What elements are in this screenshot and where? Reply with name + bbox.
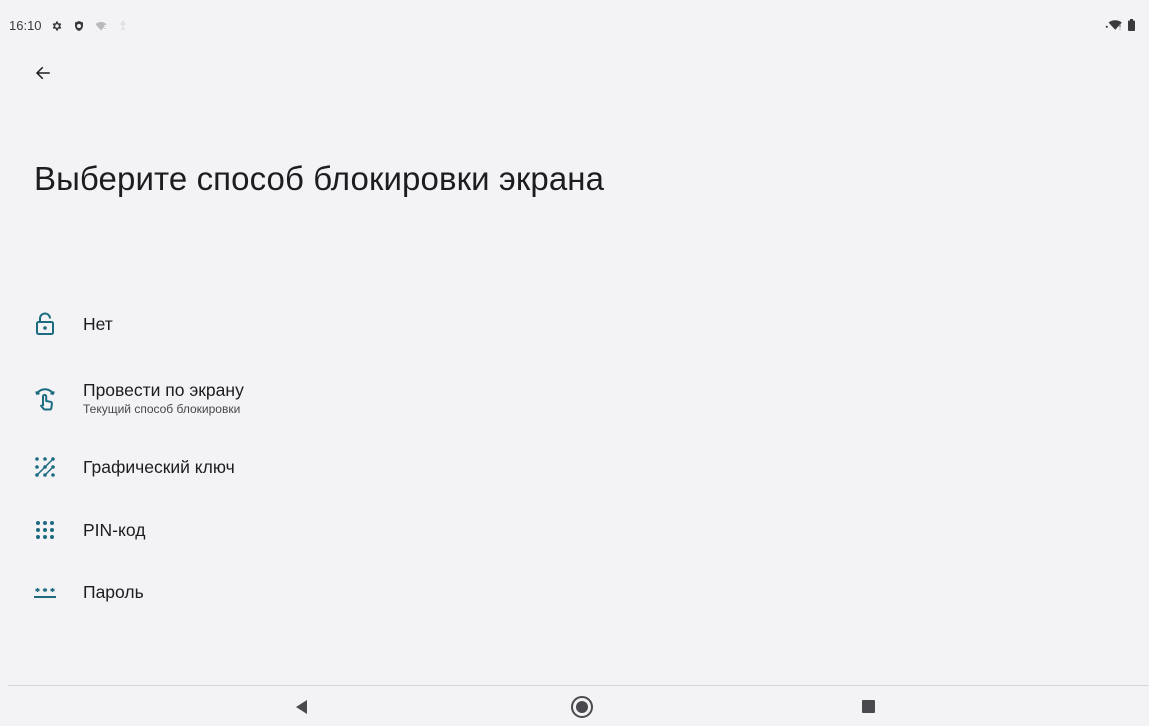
nav-back-button[interactable]	[288, 694, 314, 720]
swipe-icon	[32, 386, 58, 412]
option-label: Провести по экрану	[83, 380, 244, 400]
status-right	[1105, 18, 1135, 36]
pattern-icon	[32, 454, 58, 480]
navigation-bar	[8, 685, 1149, 726]
battery-icon	[1128, 18, 1135, 36]
option-label: Пароль	[83, 582, 144, 602]
status-left: 16:10	[9, 18, 130, 33]
arrow-left-icon	[35, 66, 50, 80]
option-pattern[interactable]: Графический ключ	[0, 445, 1149, 505]
shield-icon	[72, 19, 86, 33]
option-subtitle: Текущий способ блокировки	[83, 402, 241, 416]
screen: 16:10 Выберите способ блокировки экрана …	[0, 0, 1149, 726]
option-label: Нет	[83, 314, 113, 334]
wifi-icon	[1105, 18, 1123, 36]
back-triangle-icon	[296, 700, 307, 714]
option-none[interactable]: Нет	[0, 294, 1149, 354]
option-label: PIN-код	[83, 520, 146, 540]
home-circle-icon	[571, 696, 593, 718]
gear-icon	[50, 19, 64, 33]
recents-square-icon	[862, 700, 875, 713]
status-bar: 16:10	[0, 0, 1149, 44]
lock-open-icon	[32, 311, 58, 337]
option-label: Графический ключ	[83, 457, 235, 477]
option-pin[interactable]: PIN-код	[0, 508, 1149, 568]
status-time: 16:10	[9, 18, 42, 33]
pin-icon	[32, 517, 58, 543]
wifi-question-icon	[94, 19, 108, 33]
option-password[interactable]: Пароль	[0, 570, 1149, 630]
password-icon	[32, 580, 58, 606]
nav-recents-button[interactable]	[856, 694, 882, 720]
accessibility-icon	[116, 19, 130, 33]
option-swipe[interactable]: Провести по экрану Текущий способ блокир…	[0, 370, 1149, 430]
back-button[interactable]	[28, 58, 58, 88]
nav-home-button[interactable]	[569, 694, 595, 720]
page-title: Выберите способ блокировки экрана	[34, 160, 605, 197]
